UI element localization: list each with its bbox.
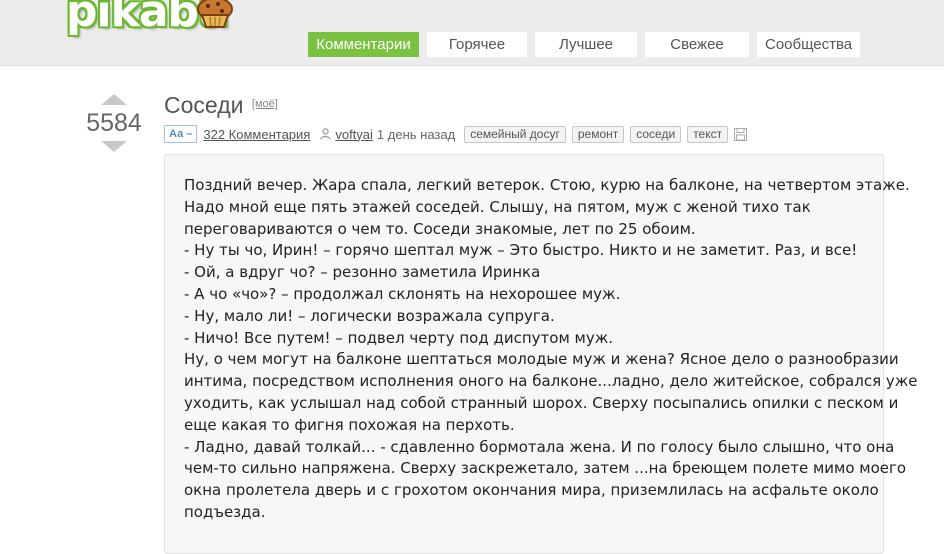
story-line: переговариваются о чем то. Соседи знаком… (184, 219, 696, 238)
story-line: интима, посредством исполнения оного на … (184, 372, 918, 391)
story-box: Поздний вечер. Жара спала, легкий ветеро… (164, 154, 918, 554)
post-title-row: Соседи [моё] (164, 92, 278, 119)
main-nav: Комментарии Горячее Лучшее Свежее Сообще… (308, 32, 860, 57)
story-line: Поздний вечер. Жара спала, легкий ветеро… (184, 176, 910, 194)
pikabu-logo[interactable]: pikabu (66, 0, 246, 42)
downvote-arrow-icon[interactable] (101, 141, 127, 152)
story-line: Ну, о чем могут на балконе шептаться мол… (184, 350, 899, 369)
story-line: чем-то сильно напряжена. Сверху заскреже… (184, 459, 907, 478)
tag-repair[interactable]: ремонт (571, 125, 625, 143)
nav-hot[interactable]: Горячее (427, 32, 527, 57)
nav-fresh[interactable]: Свежее (645, 32, 749, 57)
muffin-icon (197, 0, 233, 28)
comments-link[interactable]: 322 Комментария (203, 127, 310, 142)
story-line: подъезда. (184, 502, 266, 521)
nav-comments[interactable]: Комментарии (308, 32, 419, 57)
story-line: - Ладно, давай толкай... - сдавленно бор… (184, 437, 895, 456)
story-line: - Ну, мало ли! – логически возражала суп… (184, 306, 555, 325)
site-header: pikabu Комментарии Горячее Лучшее Свежее… (0, 0, 944, 66)
story-line: - Ой, а вдруг чо? – резонно заметила Ири… (184, 263, 541, 282)
font-size-toggle-button[interactable]: Аа – (164, 125, 198, 143)
post-meta: Аа – 322 Комментария voftyai 1 день наза… (164, 125, 748, 143)
nav-communities[interactable]: Сообщества (757, 32, 860, 57)
mine-label[interactable]: [моё] (252, 98, 278, 110)
post-rating: 5584 (86, 109, 142, 137)
tag-family-leisure[interactable]: семейный досуг (464, 125, 566, 143)
story-line: - А чо «чо»? – продолжал склонять на нех… (184, 284, 621, 303)
post-title[interactable]: Соседи (164, 92, 243, 118)
nav-best[interactable]: Лучшее (535, 32, 637, 57)
story-text: Поздний вечер. Жара спала, легкий ветеро… (184, 175, 918, 524)
post-time: 1 день назад (376, 126, 456, 142)
story-line: - Ну ты чо, Ирин! – горячо шептал муж – … (184, 241, 858, 260)
story-line: Надо мной еще пять этажей соседей. Слышу… (184, 197, 811, 216)
author-link[interactable]: voftyai (335, 127, 373, 142)
story-line: - Ничо! Все путем! – подвел черту под ди… (184, 328, 614, 347)
vote-block: 5584 (84, 94, 144, 152)
tag-text[interactable]: текст (687, 125, 729, 143)
story-line: уходить, как услышал над собой странный … (184, 393, 899, 412)
save-icon[interactable] (734, 127, 748, 141)
upvote-arrow-icon[interactable] (101, 94, 127, 105)
story-line: окна пролетела дверь и с грохотом оконча… (184, 481, 879, 500)
tag-neighbors[interactable]: соседи (630, 125, 682, 143)
user-icon (320, 128, 332, 140)
story-line: еще какая то фигня похожая на перхоть. (184, 415, 515, 434)
